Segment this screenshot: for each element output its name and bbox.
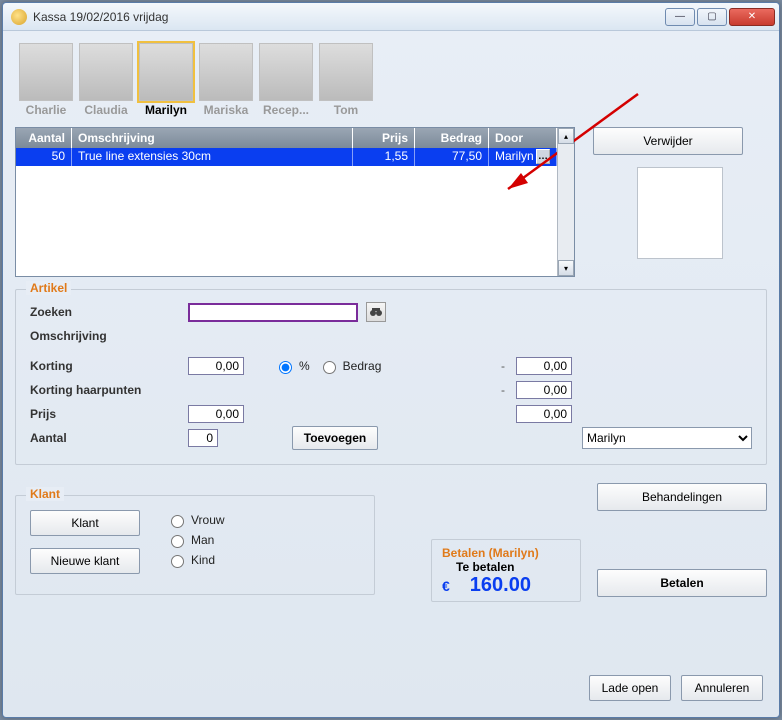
- klant-button[interactable]: Klant: [30, 510, 140, 536]
- gender-vrouw[interactable]: Vrouw: [166, 512, 225, 528]
- avatar-label: Tom: [319, 103, 373, 117]
- scroll-down-icon[interactable]: ▾: [558, 260, 574, 276]
- avatar-label: Charlie: [19, 103, 73, 117]
- avatar-image: [19, 43, 73, 101]
- close-button[interactable]: ✕: [729, 8, 775, 26]
- korting-result[interactable]: [516, 357, 572, 375]
- korting-bedrag-radio[interactable]: Bedrag: [318, 358, 382, 374]
- avatar-label: Marilyn: [139, 103, 193, 117]
- betalen-fieldset: Betalen (Marilyn) Te betalen € 160.00: [431, 539, 581, 602]
- grid-scrollbar[interactable]: ▴ ▾: [557, 128, 574, 276]
- omschrijving-label: Omschrijving: [30, 329, 180, 343]
- toevoegen-button[interactable]: Toevoegen: [292, 426, 378, 450]
- avatar-image: [199, 43, 253, 101]
- window: Kassa 19/02/2016 vrijdag — ▢ ✕ Charlie Cl…: [2, 2, 780, 718]
- grid-body: 50True line extensies 30cm1,5577,50Maril…: [16, 148, 557, 276]
- cell-omschr: True line extensies 30cm: [72, 148, 353, 166]
- col-bedrag[interactable]: Bedrag: [415, 128, 489, 148]
- zoeken-input[interactable]: [188, 303, 358, 322]
- staff-avatar-strip: Charlie Claudia Marilyn Mariska Recep... Tom: [19, 43, 767, 117]
- nieuwe-klant-button[interactable]: Nieuwe klant: [30, 548, 140, 574]
- korting-haarpunten-label: Korting haarpunten: [30, 383, 180, 397]
- maximize-button[interactable]: ▢: [697, 8, 727, 26]
- lade-open-button[interactable]: Lade open: [589, 675, 671, 701]
- avatar-tom[interactable]: Tom: [319, 43, 373, 117]
- avatar-label: Recep...: [259, 103, 313, 117]
- verwijder-button[interactable]: Verwijder: [593, 127, 743, 155]
- avatar-label: Mariska: [199, 103, 253, 117]
- betalen-button[interactable]: Betalen: [597, 569, 767, 597]
- avatar-image: [139, 43, 193, 101]
- cell-door: Marilyn…: [489, 148, 557, 166]
- avatar-image: [259, 43, 313, 101]
- binoculars-icon[interactable]: [366, 302, 386, 322]
- artikel-legend: Artikel: [26, 281, 71, 295]
- avatar-charlie[interactable]: Charlie: [19, 43, 73, 117]
- gender-kind[interactable]: Kind: [166, 552, 225, 568]
- staff-select[interactable]: Marilyn: [582, 427, 752, 449]
- col-prijs[interactable]: Prijs: [353, 128, 415, 148]
- klant-legend: Klant: [26, 487, 64, 501]
- korting-input[interactable]: [188, 357, 244, 375]
- annuleren-button[interactable]: Annuleren: [681, 675, 763, 701]
- titlebar: Kassa 19/02/2016 vrijdag — ▢ ✕: [3, 3, 779, 31]
- cell-aantal: 50: [16, 148, 72, 166]
- zoeken-label: Zoeken: [30, 305, 180, 319]
- window-title: Kassa 19/02/2016 vrijdag: [33, 10, 665, 24]
- artikel-fieldset: Artikel Zoeken Omschrijving Korting % Be…: [15, 289, 767, 465]
- avatar-image: [79, 43, 133, 101]
- prijs-result[interactable]: [516, 405, 572, 423]
- aantal-label: Aantal: [30, 431, 180, 445]
- grid-row[interactable]: 50True line extensies 30cm1,5577,50Maril…: [16, 148, 557, 166]
- avatar-recep...[interactable]: Recep...: [259, 43, 313, 117]
- betalen-legend: Betalen (Marilyn): [442, 546, 570, 560]
- minimize-button[interactable]: —: [665, 8, 695, 26]
- grid-header: Aantal Omschrijving Prijs Bedrag Door: [16, 128, 557, 148]
- preview-box: [637, 167, 723, 259]
- amount-value: 160.00: [470, 574, 531, 597]
- behandelingen-button[interactable]: Behandelingen: [597, 483, 767, 511]
- cell-prijs: 1,55: [353, 148, 415, 166]
- avatar-marilyn[interactable]: Marilyn: [139, 43, 193, 117]
- prijs-label: Prijs: [30, 407, 180, 421]
- aantal-input[interactable]: [188, 429, 218, 447]
- scroll-up-icon[interactable]: ▴: [558, 128, 574, 144]
- door-picker-icon[interactable]: …: [536, 149, 550, 164]
- prijs-input[interactable]: [188, 405, 244, 423]
- lines-grid[interactable]: Aantal Omschrijving Prijs Bedrag Door 50…: [15, 127, 575, 277]
- col-omschr[interactable]: Omschrijving: [72, 128, 353, 148]
- avatar-label: Claudia: [79, 103, 133, 117]
- korting-label: Korting: [30, 359, 180, 373]
- avatar-claudia[interactable]: Claudia: [79, 43, 133, 117]
- currency-symbol: €: [442, 578, 450, 594]
- app-icon: [11, 9, 27, 25]
- col-door[interactable]: Door: [489, 128, 557, 148]
- avatar-image: [319, 43, 373, 101]
- korting-haarpunten-result[interactable]: [516, 381, 572, 399]
- avatar-mariska[interactable]: Mariska: [199, 43, 253, 117]
- col-aantal[interactable]: Aantal: [16, 128, 72, 148]
- korting-pct-radio[interactable]: %: [274, 358, 310, 374]
- cell-bedrag: 77,50: [415, 148, 489, 166]
- gender-man[interactable]: Man: [166, 532, 225, 548]
- te-betalen-label: Te betalen: [442, 560, 570, 574]
- klant-fieldset: Klant Klant Nieuwe klant Vrouw Man Kind: [15, 495, 375, 595]
